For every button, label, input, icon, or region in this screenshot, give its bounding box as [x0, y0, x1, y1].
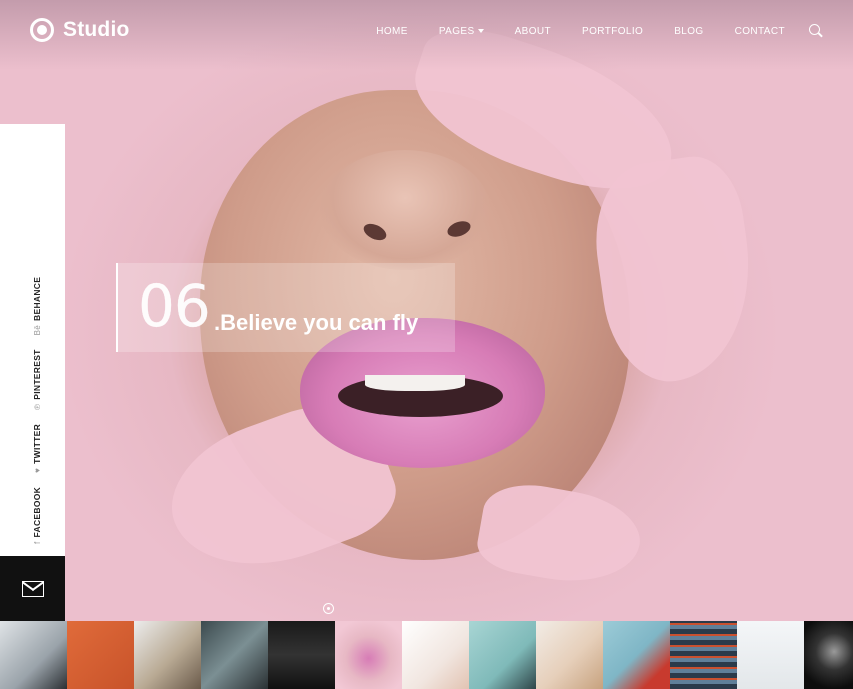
nav-contact[interactable]: CONTACT [735, 26, 785, 37]
logo-icon [30, 18, 54, 42]
slide-indicator-dot[interactable] [323, 603, 334, 614]
thumb-teal-figure[interactable] [469, 621, 536, 689]
social-twitter[interactable]: ♥ TWITTER [32, 424, 42, 473]
nav-home[interactable]: HOME [376, 26, 408, 37]
nav-contact-label: CONTACT [734, 25, 785, 37]
caret-down-icon [477, 29, 484, 33]
thumb-deer[interactable] [134, 621, 201, 689]
social-links: f FACEBOOK ♥ TWITTER ℗ PINTEREST Bē BEHANCE [32, 263, 42, 544]
social-facebook[interactable]: f FACEBOOK [32, 487, 42, 544]
thumb-snow-walker[interactable] [737, 621, 804, 689]
social-pinterest[interactable]: ℗ PINTEREST [32, 349, 42, 410]
thumb-red-building[interactable] [603, 621, 670, 689]
teeth-shape [365, 375, 465, 391]
brand-logo[interactable]: Studio [30, 18, 130, 42]
behance-icon: Bē [32, 324, 42, 336]
nav-blog-label: BLOG [674, 25, 704, 37]
slide-title: .Believe you can fly [214, 310, 419, 335]
nav-portfolio[interactable]: PORTFOLIO [582, 26, 643, 37]
nav-pages-label: PAGES [438, 25, 475, 37]
nav-blog[interactable]: BLOG [674, 26, 703, 37]
social-pinterest-label: PINTEREST [32, 349, 42, 400]
nav-about[interactable]: ABOUT [515, 26, 551, 37]
thumb-hand[interactable] [402, 621, 469, 689]
main-nav: HOME PAGES ABOUT PORTFOLIO BLOG CONTACT [345, 24, 823, 38]
twitter-icon: ♥ [32, 467, 42, 473]
facebook-icon: f [32, 541, 42, 544]
thumbnail-strip [0, 621, 853, 689]
brand-name: Studio [63, 18, 130, 41]
nav-home-label: HOME [376, 25, 408, 37]
thumb-smoke[interactable] [804, 621, 853, 689]
envelope-icon [21, 580, 44, 597]
thumb-pink-lips[interactable] [335, 621, 402, 689]
thumb-dark-lines[interactable] [268, 621, 335, 689]
pinterest-icon: ℗ [32, 403, 42, 410]
social-behance[interactable]: Bē BEHANCE [32, 277, 42, 336]
thumb-blonde-portrait[interactable] [536, 621, 603, 689]
social-facebook-label: FACEBOOK [32, 486, 42, 538]
thumb-orange-window[interactable] [67, 621, 134, 689]
search-icon[interactable] [809, 24, 823, 38]
nav-pages[interactable]: PAGES [439, 26, 484, 37]
slide-number: 06 [138, 272, 211, 340]
thumb-dancer[interactable] [0, 621, 67, 689]
thumb-shoes[interactable] [201, 621, 268, 689]
mail-button[interactable] [0, 556, 65, 621]
nav-about-label: ABOUT [514, 25, 552, 37]
nav-portfolio-label: PORTFOLIO [582, 25, 644, 37]
social-twitter-label: TWITTER [32, 423, 42, 464]
nose-shape [320, 150, 490, 270]
social-behance-label: BEHANCE [32, 276, 42, 321]
thumb-blue-facade[interactable] [670, 621, 737, 689]
torn-paper-edge [473, 476, 647, 594]
social-sidebar: f FACEBOOK ♥ TWITTER ℗ PINTEREST Bē BEHANCE [0, 124, 65, 556]
